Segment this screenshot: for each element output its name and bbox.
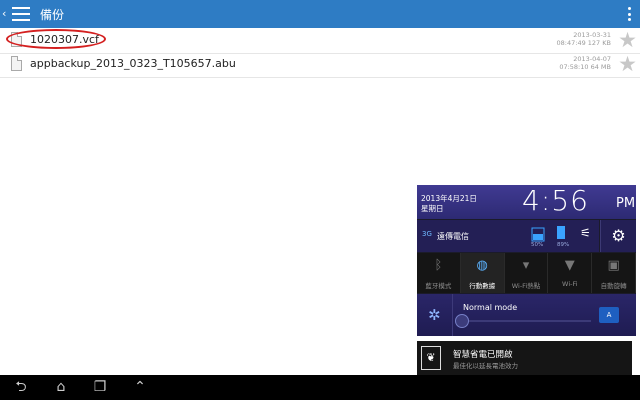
toggle-wifi[interactable]: ▼ Wi-Fi [548, 253, 593, 293]
power-mode-bar: ✲ Normal mode A [417, 294, 636, 336]
overflow-menu-icon[interactable] [628, 7, 632, 21]
action-bar: ‹ 備份 [0, 0, 640, 28]
wifi-icon: ▼ [564, 258, 575, 273]
brightness-slider[interactable] [469, 320, 591, 322]
file-time-size: 07:58:10 64 MB [559, 63, 611, 71]
screenshot-icon[interactable]: ⌃ [129, 378, 151, 396]
file-date: 2013-04-07 [573, 55, 611, 63]
toggle-hotspot[interactable]: ▾ Wi-Fi熱點 [505, 253, 549, 293]
notification-panel: 2013年4月21日 星期日 4:56 PM 3G 遠傳電信 50% 89% ⚟… [417, 185, 636, 336]
file-row[interactable]: appbackup_2013_0323_T105657.abu 2013-04-… [0, 53, 640, 78]
hotspot-icon: ▾ [522, 258, 530, 273]
battery-percent-1: 50% [531, 242, 544, 248]
menu-icon[interactable] [12, 7, 30, 21]
bluetooth-icon: ᛒ [434, 258, 443, 273]
toggle-label: 藍牙模式 [425, 282, 452, 290]
mode-label: Normal mode [463, 303, 518, 312]
dock-battery-icon [531, 227, 545, 242]
page-title: 備份 [40, 7, 65, 22]
leaf-battery-icon: ❦ [421, 346, 441, 370]
settings-gear-icon[interactable]: ⚙ [600, 220, 636, 252]
toggle-label: 自動旋轉 [600, 282, 627, 290]
toggle-label: Wi-Fi [562, 280, 578, 288]
divider [452, 294, 453, 336]
file-name: appbackup_2013_0323_T105657.abu [30, 57, 236, 70]
toggle-label: 行動數據 [469, 282, 496, 290]
notification-title: 智慧省電已開啟 [453, 350, 513, 360]
carrier-name: 遠傳電信 [437, 232, 469, 241]
file-icon [11, 56, 22, 71]
file-time-size: 08:47:49 127 KB [556, 39, 611, 47]
signal-icon: 3G [422, 230, 432, 238]
toggle-mobile-data[interactable]: ◍ 行動數據 [460, 253, 505, 293]
system-nav-bar: ⮌ ⌂ ❐ ⌃ [0, 375, 640, 400]
brightness-icon: ✲ [428, 306, 441, 324]
mobile-data-icon: ◍ [476, 258, 488, 273]
toggle-label: Wi-Fi熱點 [511, 282, 541, 290]
recent-apps-icon[interactable]: ❐ [89, 378, 111, 396]
slider-knob[interactable] [455, 314, 469, 328]
quick-toggles: ᛒ 藍牙模式 ◍ 行動數據 ▾ Wi-Fi熱點 ▼ Wi-Fi ▣ 自動旋轉 [417, 253, 636, 293]
file-meta: 2013-04-07 07:58:10 64 MB [559, 55, 611, 71]
toggle-auto-rotate[interactable]: ▣ 自動旋轉 [592, 253, 636, 293]
toggle-bluetooth[interactable]: ᛒ 藍牙模式 [417, 253, 461, 293]
clock-ampm: PM [616, 196, 636, 211]
power-saving-notification[interactable]: ❦ 智慧省電已開啟 最佳化以延長電池效力 [417, 341, 632, 375]
carrier-bar: 3G 遠傳電信 50% 89% ⚟ [417, 220, 599, 252]
battery-icon [557, 226, 565, 239]
back-icon[interactable]: ⮌ [10, 378, 32, 396]
weekday-text: 星期日 [421, 204, 444, 213]
auto-rotate-icon: ▣ [607, 258, 620, 273]
date-block: 2013年4月21日 星期日 [421, 194, 477, 214]
star-icon[interactable]: ★ [618, 30, 637, 51]
home-icon[interactable]: ⌂ [50, 378, 72, 396]
back-chevron-icon[interactable]: ‹ [2, 0, 10, 28]
file-date: 2013-03-31 [573, 31, 611, 39]
clock-time: 4:56 [522, 185, 589, 217]
file-meta: 2013-03-31 08:47:49 127 KB [557, 31, 611, 47]
clock-header: 2013年4月21日 星期日 4:56 PM [417, 185, 636, 219]
date-text: 2013年4月21日 [421, 194, 477, 203]
battery-percent-2: 89% [557, 242, 570, 248]
star-icon[interactable]: ★ [618, 54, 637, 75]
highlight-circle [6, 29, 106, 49]
notification-subtitle: 最佳化以延長電池效力 [453, 362, 518, 370]
sliders-icon[interactable]: ⚟ [580, 226, 591, 240]
auto-brightness-icon[interactable]: A [599, 307, 619, 323]
